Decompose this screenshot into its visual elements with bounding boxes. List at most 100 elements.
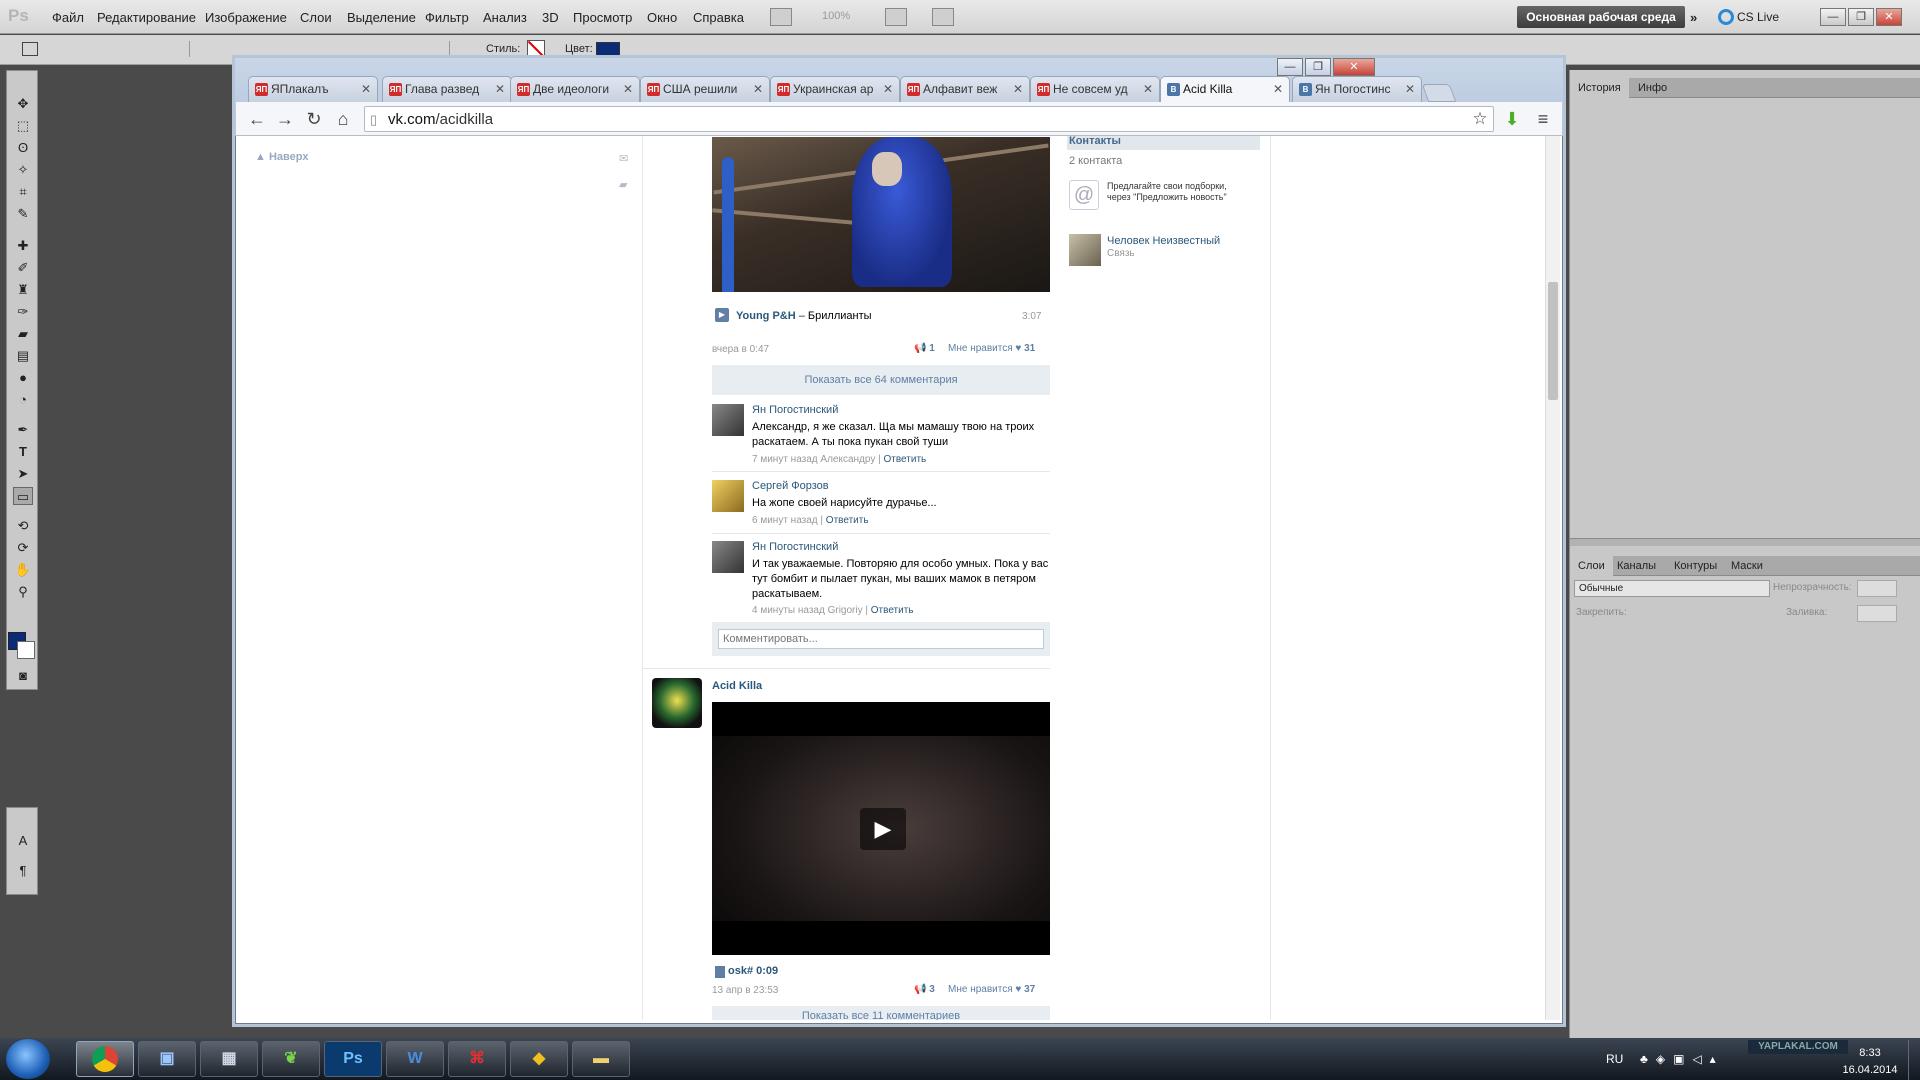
browser-tab[interactable]: В Ян Погостинс ✕ xyxy=(1292,76,1422,102)
screen-mode-icon[interactable] xyxy=(932,8,954,26)
path-selection-tool-icon[interactable]: ➤ xyxy=(13,465,33,483)
video-title[interactable]: osk# 0:09 xyxy=(728,965,778,977)
shape-modes-group[interactable] xyxy=(70,41,190,57)
tab-close-icon[interactable]: ✕ xyxy=(1273,77,1283,101)
menu-filter[interactable]: Фильтр xyxy=(425,10,469,25)
back-to-top-link[interactable]: ▲ Наверх xyxy=(255,151,308,163)
contact-name[interactable]: Человек Неизвестный xyxy=(1107,235,1220,247)
browser-tab-active[interactable]: В Acid Killa ✕ xyxy=(1160,76,1290,103)
folder-taskbar-button[interactable]: ▬ xyxy=(572,1041,630,1077)
eraser-tool-icon[interactable]: ▰ xyxy=(13,325,33,343)
magic-wand-tool-icon[interactable]: ✧ xyxy=(13,161,33,179)
tab-close-icon[interactable]: ✕ xyxy=(1143,77,1153,101)
clock-date[interactable]: 16.04.2014 xyxy=(1835,1064,1905,1076)
workspace-button[interactable]: Основная рабочая среда xyxy=(1517,6,1685,28)
post-time[interactable]: 13 апр в 23:53 xyxy=(712,985,778,996)
app-taskbar-button[interactable]: ❦ xyxy=(262,1041,320,1077)
tab-masks[interactable]: Маски xyxy=(1723,556,1771,576)
expand-icon[interactable]: » xyxy=(1690,10,1697,25)
marquee-tool-icon[interactable]: ⬚ xyxy=(13,117,33,135)
comment-time[interactable]: 7 минут назад Александру xyxy=(752,454,875,465)
language-indicator[interactable]: RU xyxy=(1606,1052,1623,1066)
bookmark-star-icon[interactable]: ☆ xyxy=(1469,108,1491,130)
tab-paths[interactable]: Контуры xyxy=(1666,556,1725,576)
quick-mask-icon[interactable]: ◙ xyxy=(13,667,33,685)
audio-play-icon[interactable]: ▶ xyxy=(715,308,729,322)
tab-close-icon[interactable]: ✕ xyxy=(883,77,893,101)
comment-time[interactable]: 6 минут назад xyxy=(752,515,818,526)
explorer-taskbar-button[interactable]: ▣ xyxy=(138,1041,196,1077)
tab-close-icon[interactable]: ✕ xyxy=(361,77,371,101)
lasso-tool-icon[interactable]: ʘ xyxy=(13,139,33,157)
show-desktop-button[interactable] xyxy=(1908,1040,1920,1080)
start-button[interactable] xyxy=(6,1039,50,1079)
chrome-maximize-button[interactable]: ❐ xyxy=(1305,58,1331,76)
tab-channels[interactable]: Каналы xyxy=(1609,556,1664,576)
post-author[interactable]: Acid Killa xyxy=(712,680,762,692)
clock-time[interactable]: 8:33 xyxy=(1840,1047,1900,1059)
post-photo[interactable] xyxy=(712,137,1050,292)
tab-history[interactable]: История xyxy=(1570,78,1629,98)
repost-button[interactable]: 📢 1 xyxy=(914,343,935,354)
contacts-header[interactable]: Контакты xyxy=(1067,136,1260,150)
acrobat-taskbar-button[interactable]: ⌘ xyxy=(448,1041,506,1077)
blur-tool-icon[interactable]: ● xyxy=(13,369,33,387)
avatar[interactable] xyxy=(712,541,744,573)
menu-image[interactable]: Изображение xyxy=(205,10,287,25)
like-button[interactable]: Мне нравится ♥ 31 xyxy=(948,343,1035,354)
tab-close-icon[interactable]: ✕ xyxy=(1405,77,1415,101)
menu-analysis[interactable]: Анализ xyxy=(483,10,527,25)
menu-edit[interactable]: Редактирование xyxy=(97,10,196,25)
word-taskbar-button[interactable]: W xyxy=(386,1041,444,1077)
restore-button[interactable]: ❐ xyxy=(1848,8,1874,26)
show-all-comments-button[interactable]: Показать все 11 комментариев xyxy=(712,1006,1050,1020)
shape-tool-icon[interactable]: ▭ xyxy=(13,487,33,505)
zoom-level[interactable]: 100% xyxy=(822,10,850,22)
blend-mode-select[interactable]: Обычные xyxy=(1574,580,1770,597)
browser-tab[interactable]: ЯП США решили ✕ xyxy=(640,76,770,102)
menu-file[interactable]: Файл xyxy=(52,10,84,25)
page-scrollbar[interactable] xyxy=(1545,136,1560,1020)
browser-tab[interactable]: ЯП Не совсем уд ✕ xyxy=(1030,76,1160,102)
video-play-icon[interactable]: ▶ xyxy=(860,808,906,850)
tab-close-icon[interactable]: ✕ xyxy=(1013,77,1023,101)
suggest-news-text[interactable]: Предлагайте свои подборки, через "Предло… xyxy=(1107,181,1237,203)
menu-select[interactable]: Выделение xyxy=(347,10,416,25)
app-taskbar-button[interactable]: ◆ xyxy=(510,1041,568,1077)
comment-time[interactable]: 4 минуты назад Grigoriy xyxy=(752,605,863,616)
style-picker[interactable] xyxy=(527,40,547,60)
comment-author[interactable]: Сергей Форзов xyxy=(752,480,829,492)
video-player[interactable]: ▶ xyxy=(712,702,1050,955)
tab-close-icon[interactable]: ✕ xyxy=(623,77,633,101)
repost-button[interactable]: 📢 3 xyxy=(914,984,935,995)
browser-tab[interactable]: ЯП Глава развед ✕ xyxy=(382,76,512,102)
post-author-avatar[interactable] xyxy=(652,678,702,728)
menu-layers[interactable]: Слои xyxy=(300,10,332,25)
scrollbar-thumb[interactable] xyxy=(1548,282,1558,400)
hand-tool-icon[interactable]: ✋ xyxy=(13,561,33,579)
3d-orbit-tool-icon[interactable]: ⟳ xyxy=(13,539,33,557)
browser-tab[interactable]: ЯП Украинская ар ✕ xyxy=(770,76,900,102)
menu-3d[interactable]: 3D xyxy=(542,10,559,25)
back-icon[interactable]: ← xyxy=(246,108,268,130)
reload-icon[interactable]: ↻ xyxy=(303,108,325,130)
type-tool-icon[interactable]: T xyxy=(13,443,33,461)
history-brush-tool-icon[interactable]: ✑ xyxy=(13,303,33,321)
tab-close-icon[interactable]: ✕ xyxy=(753,77,763,101)
gradient-tool-icon[interactable]: ▤ xyxy=(13,347,33,365)
home-icon[interactable]: ⌂ xyxy=(332,108,354,130)
chrome-close-button[interactable]: ✕ xyxy=(1333,58,1375,76)
rectangle-tool-icon[interactable] xyxy=(22,42,38,56)
forward-icon[interactable]: → xyxy=(274,108,296,130)
menu-help[interactable]: Справка xyxy=(693,10,744,25)
paragraph-panel-icon[interactable]: ¶ xyxy=(13,862,33,880)
menu-icon[interactable]: ≡ xyxy=(1532,108,1554,130)
brush-tool-icon[interactable]: ✐ xyxy=(13,259,33,277)
stamp-tool-icon[interactable]: ♜ xyxy=(13,281,33,299)
download-extension-icon[interactable]: ⬇ xyxy=(1501,108,1523,130)
address-bar[interactable] xyxy=(364,106,1494,132)
message-icon[interactable]: ✉ xyxy=(619,152,628,165)
background-color-swatch[interactable] xyxy=(17,641,35,659)
comment-author[interactable]: Ян Погостинский xyxy=(752,404,838,416)
menu-view[interactable]: Просмотр xyxy=(573,10,632,25)
